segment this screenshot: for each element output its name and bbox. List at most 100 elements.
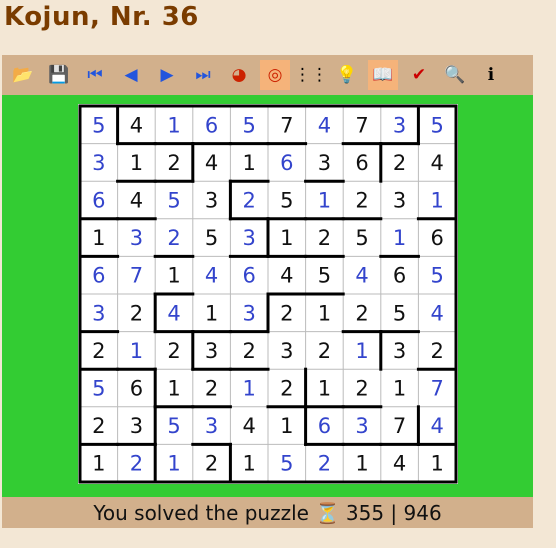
grid-cell-value[interactable]: 6 xyxy=(431,226,444,250)
grid-cell-value[interactable]: 5 xyxy=(205,226,218,250)
grid-cell-value[interactable]: 1 xyxy=(130,339,143,363)
grid-cell-value[interactable]: 4 xyxy=(130,189,143,213)
grid-cell-value[interactable]: 1 xyxy=(92,226,105,250)
grid-cell-value[interactable]: 2 xyxy=(318,226,331,250)
grid-cell-value[interactable]: 1 xyxy=(393,377,406,401)
grid-cell-value[interactable]: 2 xyxy=(92,339,105,363)
grid-cell-value[interactable]: 6 xyxy=(92,189,105,213)
grid-cell-value[interactable]: 2 xyxy=(393,151,406,175)
grid-cell-value[interactable]: 1 xyxy=(130,151,143,175)
check-icon[interactable]: ✔ xyxy=(404,60,434,90)
grid-cell-value[interactable]: 4 xyxy=(393,452,406,476)
save-icon[interactable]: 💾 xyxy=(44,60,74,90)
grid-cell-value[interactable]: 6 xyxy=(130,377,143,401)
color-wheel-icon[interactable]: ◕ xyxy=(224,60,254,90)
grid-cell-value[interactable]: 6 xyxy=(205,113,218,137)
grid-cell-value[interactable]: 1 xyxy=(318,301,331,325)
grid-cell-value[interactable]: 3 xyxy=(205,189,218,213)
grid-cell-value[interactable]: 3 xyxy=(92,301,105,325)
grid-cell-value[interactable]: 5 xyxy=(243,113,256,137)
zoom-icon[interactable]: 🔍 xyxy=(440,60,470,90)
grid-cell-value[interactable]: 3 xyxy=(280,339,293,363)
grid-cell-value[interactable]: 2 xyxy=(280,377,293,401)
grid-cell-value[interactable]: 4 xyxy=(205,264,218,288)
grid-cell-value[interactable]: 5 xyxy=(280,452,293,476)
info-icon[interactable]: ℹ xyxy=(476,60,506,90)
grid-cell-value[interactable]: 1 xyxy=(431,189,444,213)
grid-cell-value[interactable]: 1 xyxy=(318,377,331,401)
grid-cell-value[interactable]: 1 xyxy=(431,452,444,476)
grid-cell-value[interactable]: 7 xyxy=(355,113,368,137)
grid-cell-value[interactable]: 6 xyxy=(92,264,105,288)
grid-cell-value[interactable]: 1 xyxy=(167,452,180,476)
grid-cell-value[interactable]: 3 xyxy=(130,226,143,250)
grid-cell-value[interactable]: 5 xyxy=(167,414,180,438)
grid-cell-value[interactable]: 3 xyxy=(393,339,406,363)
grid-svg[interactable]: 5 4 1 6 5 7 4 7 3 53 1 2 4 1 6 3 6 2 46 4 5 3 2 5 1 2 3 11 3 2 5 3 1 2 5 1 6… xyxy=(78,104,458,484)
next-icon[interactable]: ▶ xyxy=(152,60,182,90)
grid-cell-value[interactable]: 1 xyxy=(243,452,256,476)
grid-cell-value[interactable]: 2 xyxy=(167,339,180,363)
grid-cell-value[interactable]: 3 xyxy=(205,339,218,363)
grid-cell-value[interactable]: 5 xyxy=(280,189,293,213)
grid-cell-value[interactable]: 7 xyxy=(130,264,143,288)
grid-cell-value[interactable]: 1 xyxy=(167,264,180,288)
grid-cell-value[interactable]: 2 xyxy=(167,226,180,250)
grid-cell-value[interactable]: 2 xyxy=(431,339,444,363)
grid-cell-value[interactable]: 3 xyxy=(243,226,256,250)
grid-cell-value[interactable]: 3 xyxy=(92,151,105,175)
grid-cell-value[interactable]: 5 xyxy=(431,113,444,137)
grid-cell-value[interactable]: 7 xyxy=(280,113,293,137)
hint-bulb-icon[interactable]: 💡 xyxy=(332,60,362,90)
grid-cell-value[interactable]: 6 xyxy=(318,414,331,438)
grid-cell-value[interactable]: 5 xyxy=(355,226,368,250)
grid-cell-value[interactable]: 2 xyxy=(318,339,331,363)
grid-cell-value[interactable]: 6 xyxy=(280,151,293,175)
grid-cell-value[interactable]: 3 xyxy=(393,189,406,213)
grid-cell-value[interactable]: 2 xyxy=(355,301,368,325)
target-icon[interactable]: ◎ xyxy=(260,60,290,90)
grid-cell-value[interactable]: 6 xyxy=(355,151,368,175)
grid-cell-value[interactable]: 2 xyxy=(130,301,143,325)
grid-cell-value[interactable]: 1 xyxy=(243,377,256,401)
grid-dots-icon[interactable]: ⋮⋮ xyxy=(294,60,328,90)
grid-cell-value[interactable]: 3 xyxy=(130,414,143,438)
grid-cell-value[interactable]: 7 xyxy=(393,414,406,438)
book-icon[interactable]: 📖 xyxy=(368,60,398,90)
grid-cell-value[interactable]: 1 xyxy=(355,452,368,476)
grid-cell-value[interactable]: 2 xyxy=(205,377,218,401)
grid-cell-value[interactable]: 4 xyxy=(431,414,444,438)
grid-cell-value[interactable]: 2 xyxy=(355,189,368,213)
grid-cell-value[interactable]: 1 xyxy=(280,226,293,250)
grid-cell-value[interactable]: 5 xyxy=(92,377,105,401)
grid-cell-value[interactable]: 5 xyxy=(318,264,331,288)
last-icon[interactable]: ⏭ xyxy=(188,60,218,90)
grid-cell-value[interactable]: 2 xyxy=(167,151,180,175)
grid-cell-value[interactable]: 1 xyxy=(280,414,293,438)
grid-cell-value[interactable]: 6 xyxy=(243,264,256,288)
puzzle-grid[interactable]: 5416574735312416362464532512311325312516… xyxy=(78,104,458,484)
grid-cell-value[interactable]: 1 xyxy=(167,113,180,137)
grid-cell-value[interactable]: 3 xyxy=(318,151,331,175)
grid-cell-value[interactable]: 2 xyxy=(92,414,105,438)
grid-cell-value[interactable]: 1 xyxy=(393,226,406,250)
grid-cell-value[interactable]: 5 xyxy=(431,264,444,288)
grid-cell-value[interactable]: 3 xyxy=(355,414,368,438)
grid-cell-value[interactable]: 4 xyxy=(205,151,218,175)
grid-cell-value[interactable]: 2 xyxy=(130,452,143,476)
grid-cell-value[interactable]: 1 xyxy=(318,189,331,213)
grid-cell-value[interactable]: 1 xyxy=(205,301,218,325)
grid-cell-value[interactable]: 1 xyxy=(92,452,105,476)
grid-cell-value[interactable]: 2 xyxy=(205,452,218,476)
grid-cell-value[interactable]: 4 xyxy=(130,113,143,137)
grid-cell-value[interactable]: 5 xyxy=(167,189,180,213)
previous-icon[interactable]: ◀ xyxy=(116,60,146,90)
grid-cell-value[interactable]: 4 xyxy=(167,301,180,325)
grid-cell-value[interactable]: 3 xyxy=(393,113,406,137)
grid-cell-value[interactable]: 1 xyxy=(243,151,256,175)
grid-cell-value[interactable]: 4 xyxy=(431,301,444,325)
grid-cell-value[interactable]: 2 xyxy=(243,339,256,363)
open-folder-icon[interactable]: 📂 xyxy=(8,60,38,90)
grid-cell-value[interactable]: 4 xyxy=(243,414,256,438)
grid-cell-value[interactable]: 2 xyxy=(318,452,331,476)
